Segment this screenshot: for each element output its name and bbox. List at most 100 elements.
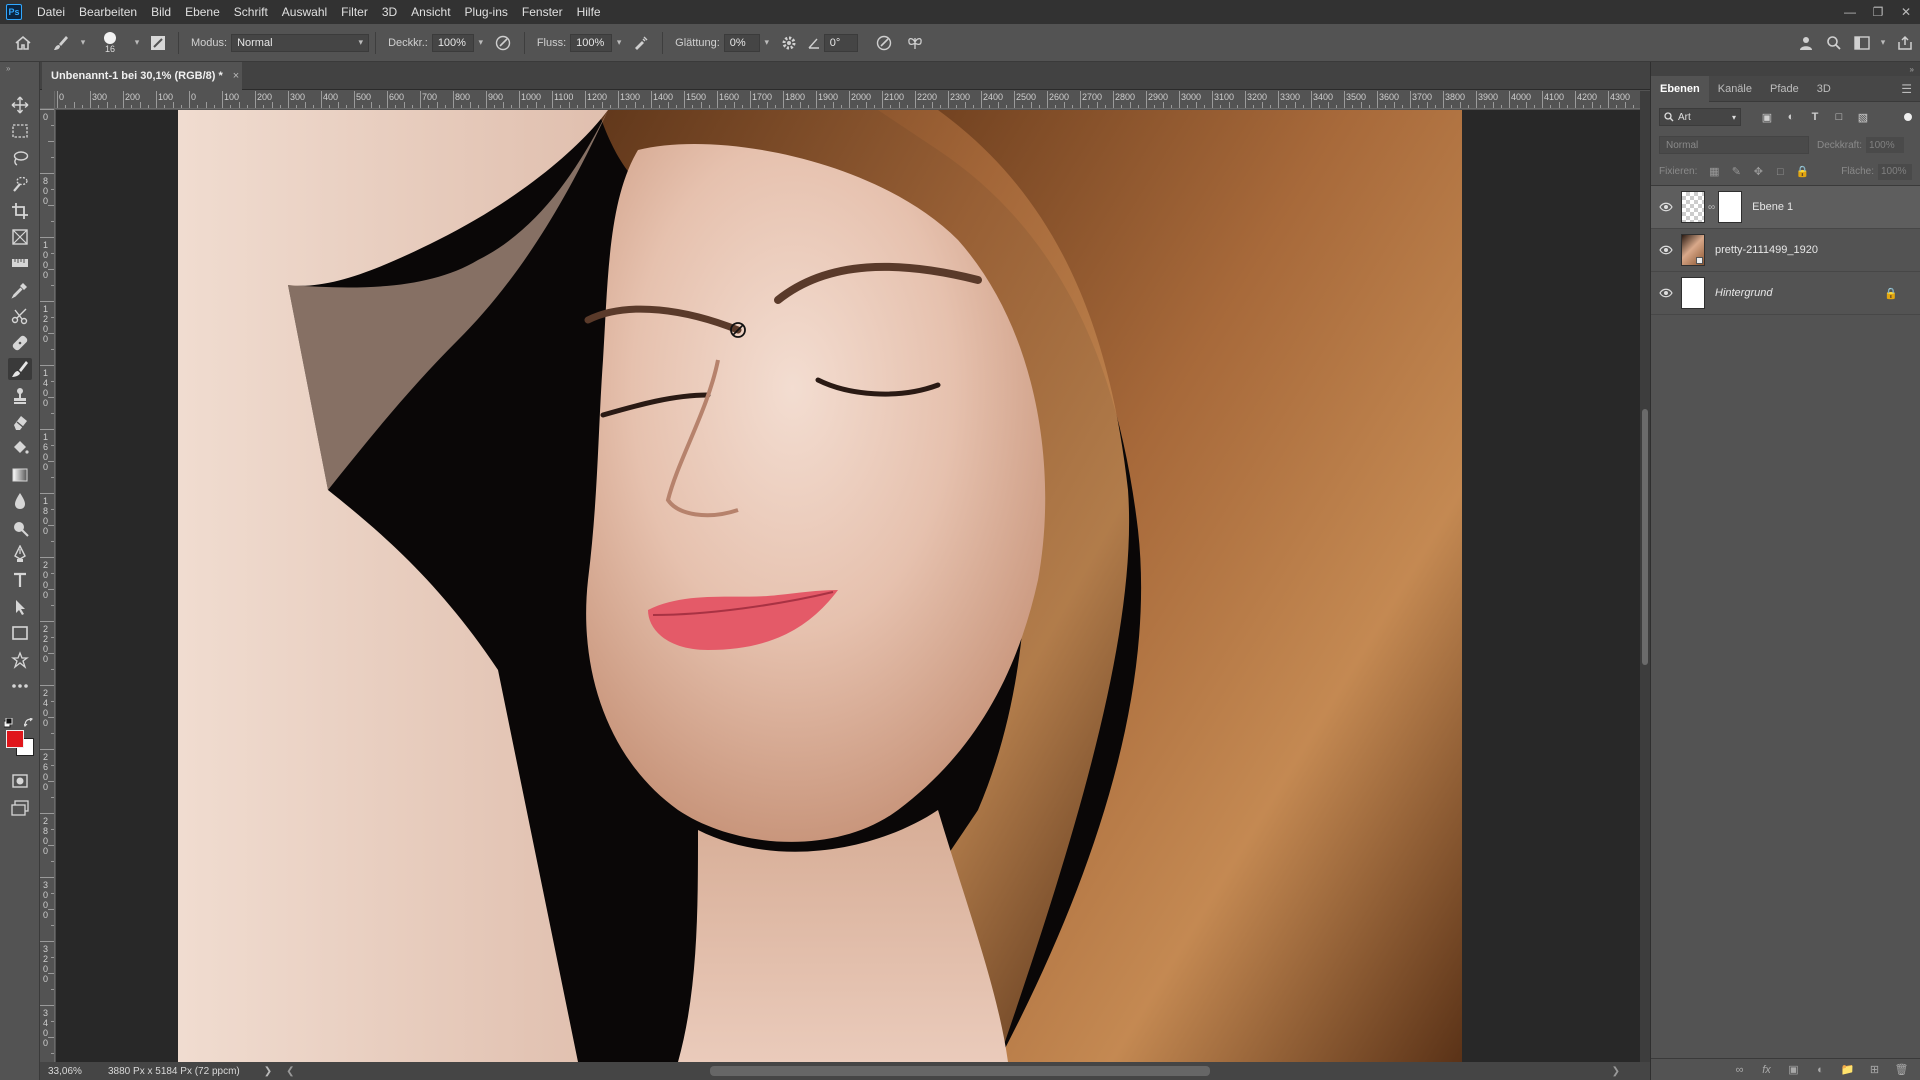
ruler-horizontal[interactable]: 0 300 200 100 0 100 200 300 400 500 600 700 800 900 10… bbox=[55, 91, 1643, 109]
tab-kanaele[interactable]: Kanäle bbox=[1709, 76, 1761, 102]
tab-ebenen[interactable]: Ebenen bbox=[1651, 75, 1709, 102]
chevron-down-icon[interactable]: ▾ bbox=[76, 34, 90, 52]
restore-icon[interactable]: ❐ bbox=[1864, 0, 1892, 24]
blur-tool-icon[interactable] bbox=[8, 490, 32, 512]
type-tool-icon[interactable] bbox=[8, 569, 32, 591]
more-tools-icon[interactable] bbox=[8, 675, 32, 697]
lock-position-icon[interactable]: ✥ bbox=[1747, 165, 1769, 178]
pressure-opacity-icon[interactable] bbox=[488, 24, 518, 62]
fill-input[interactable]: 100% bbox=[1878, 163, 1912, 180]
layer-row[interactable]: ∞ Ebene 1 bbox=[1651, 186, 1920, 229]
menu-bearbeiten[interactable]: Bearbeiten bbox=[72, 0, 144, 24]
quick-selection-tool-icon[interactable] bbox=[8, 173, 32, 195]
chevron-down-icon[interactable]: ▾ bbox=[1876, 34, 1890, 52]
layer-opacity-input[interactable]: 100% bbox=[1866, 137, 1905, 153]
opacity-input[interactable]: 100% bbox=[431, 33, 474, 52]
scissors-tool-icon[interactable] bbox=[8, 305, 32, 327]
brush-tool-icon[interactable] bbox=[8, 358, 32, 380]
menu-3d[interactable]: 3D bbox=[375, 0, 404, 24]
share-export-icon[interactable] bbox=[1890, 24, 1920, 62]
collapse-arrows-icon[interactable]: » bbox=[0, 62, 39, 74]
angle-input[interactable]: 0° bbox=[823, 33, 858, 52]
home-icon[interactable] bbox=[0, 24, 46, 62]
zoom-level[interactable]: 33,06% bbox=[48, 1066, 94, 1077]
menu-schrift[interactable]: Schrift bbox=[227, 0, 275, 24]
eyedropper-tool-icon[interactable] bbox=[8, 279, 32, 301]
new-group-folder-icon[interactable]: 📁 bbox=[1834, 1063, 1861, 1076]
chevron-down-icon[interactable]: ▾ bbox=[612, 34, 626, 52]
adjustment-layer-icon[interactable]: ◐ bbox=[1807, 1064, 1834, 1076]
scroll-left-icon[interactable]: ❮ bbox=[286, 1066, 294, 1077]
filter-kind-select[interactable]: Art ▾ bbox=[1659, 108, 1741, 126]
mask-link-icon[interactable]: ∞ bbox=[1708, 202, 1715, 213]
airbrush-icon[interactable] bbox=[626, 24, 656, 62]
vertical-scrollbar[interactable] bbox=[1640, 91, 1650, 1062]
dodge-tool-icon[interactable] bbox=[8, 517, 32, 539]
swap-colors-icon[interactable] bbox=[24, 718, 34, 728]
clone-stamp-tool-icon[interactable] bbox=[8, 385, 32, 407]
ruler-tool-icon[interactable] bbox=[8, 252, 32, 274]
gradient-tool-icon[interactable] bbox=[8, 464, 32, 486]
panel-menu-icon[interactable]: ☰ bbox=[1901, 82, 1912, 96]
status-menu-chevron-icon[interactable]: ❯ bbox=[264, 1066, 272, 1077]
crop-tool-icon[interactable] bbox=[8, 200, 32, 222]
menu-plugins[interactable]: Plug-ins bbox=[458, 0, 515, 24]
layer-mask-thumbnail[interactable] bbox=[1718, 191, 1743, 223]
portrait-photo[interactable] bbox=[178, 110, 1462, 1062]
menu-filter[interactable]: Filter bbox=[334, 0, 375, 24]
lock-transparency-icon[interactable]: ▦ bbox=[1703, 165, 1725, 178]
document-tab[interactable]: Unbenannt-1 bei 30,1% (RGB/8) * × bbox=[42, 62, 242, 90]
chevron-down-icon[interactable]: ▾ bbox=[760, 34, 774, 52]
scroll-right-icon[interactable]: ❯ bbox=[1612, 1066, 1620, 1077]
brush-preset-icon[interactable] bbox=[46, 24, 76, 62]
layer-row[interactable]: Hintergrund 🔒 bbox=[1651, 272, 1920, 315]
canvas-area[interactable] bbox=[56, 110, 1640, 1062]
new-layer-icon[interactable]: ⊞ bbox=[1861, 1063, 1888, 1076]
symmetry-butterfly-icon[interactable] bbox=[900, 24, 930, 62]
ruler-origin[interactable] bbox=[40, 91, 55, 109]
lock-pixels-icon[interactable]: ✎ bbox=[1725, 165, 1747, 178]
panel-collapse-icon[interactable]: » bbox=[1651, 62, 1920, 76]
layer-style-fx-icon[interactable]: fx bbox=[1753, 1064, 1780, 1076]
brush-settings-panel-icon[interactable] bbox=[144, 24, 172, 62]
frame-tool-icon[interactable] bbox=[8, 226, 32, 248]
menu-ansicht[interactable]: Ansicht bbox=[404, 0, 457, 24]
horizontal-scroll-thumb[interactable] bbox=[710, 1066, 1210, 1076]
ruler-vertical[interactable]: 0 800 1000 1200 1400 1600 1800 2000 2200 2400 2600… bbox=[40, 109, 55, 1062]
menu-hilfe[interactable]: Hilfe bbox=[570, 0, 608, 24]
healing-brush-tool-icon[interactable] bbox=[8, 332, 32, 354]
filter-toggle-icon[interactable] bbox=[1904, 113, 1912, 121]
chevron-down-icon[interactable]: ▾ bbox=[474, 34, 488, 52]
tab-pfade[interactable]: Pfade bbox=[1761, 76, 1808, 102]
eraser-tool-icon[interactable] bbox=[8, 411, 32, 433]
rectangle-tool-icon[interactable] bbox=[8, 622, 32, 644]
mode-select[interactable]: Normal ▾ bbox=[231, 33, 370, 52]
tab-3d[interactable]: 3D bbox=[1808, 76, 1840, 102]
screen-mode-icon[interactable] bbox=[8, 797, 32, 819]
brush-size-picker[interactable]: 16 bbox=[90, 24, 130, 62]
lock-all-icon[interactable]: 🔒 bbox=[1791, 165, 1813, 178]
menu-fenster[interactable]: Fenster bbox=[515, 0, 570, 24]
visibility-eye-icon[interactable] bbox=[1651, 245, 1681, 255]
path-selection-tool-icon[interactable] bbox=[8, 596, 32, 618]
visibility-eye-icon[interactable] bbox=[1651, 288, 1681, 298]
menu-ebene[interactable]: Ebene bbox=[178, 0, 227, 24]
adjustment-layer-filter-icon[interactable]: ◐ bbox=[1779, 111, 1803, 124]
pen-tool-icon[interactable] bbox=[8, 543, 32, 565]
foreground-color-swatch[interactable] bbox=[6, 730, 24, 748]
menu-bild[interactable]: Bild bbox=[144, 0, 178, 24]
gear-icon[interactable] bbox=[774, 24, 804, 62]
pixel-layer-filter-icon[interactable]: ▣ bbox=[1755, 111, 1779, 124]
workspace-icon[interactable] bbox=[1848, 24, 1876, 62]
type-layer-filter-icon[interactable]: T bbox=[1803, 111, 1827, 124]
add-mask-icon[interactable]: ▣ bbox=[1780, 1063, 1807, 1076]
lasso-tool-icon[interactable] bbox=[8, 147, 32, 169]
delete-layer-trash-icon[interactable]: 🗑 bbox=[1888, 1063, 1915, 1076]
flow-input[interactable]: 100% bbox=[570, 33, 613, 52]
move-tool-icon[interactable] bbox=[8, 94, 32, 116]
visibility-eye-icon[interactable] bbox=[1651, 202, 1681, 212]
smoothing-input[interactable]: 0% bbox=[723, 33, 760, 52]
shape-layer-filter-icon[interactable]: □ bbox=[1827, 111, 1851, 124]
vertical-scroll-thumb[interactable] bbox=[1642, 409, 1648, 665]
close-window-icon[interactable]: ✕ bbox=[1892, 0, 1920, 24]
